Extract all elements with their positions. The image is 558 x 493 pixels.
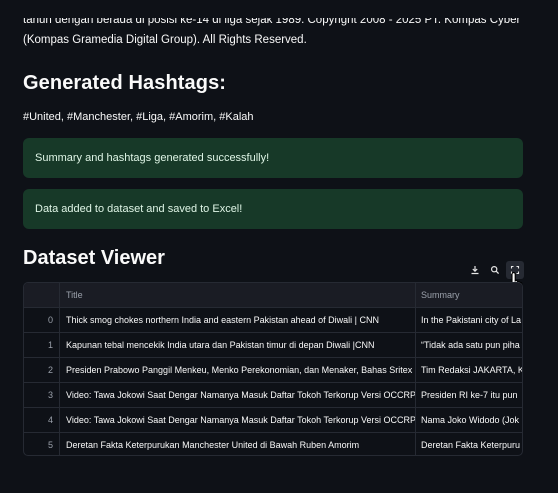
hashtags-heading: Generated Hashtags: — [23, 72, 227, 94]
table-row[interactable]: 3 Video: Tawa Jokowi Saat Dengar Namanya… — [24, 383, 522, 408]
article-text-tail: tahun dengan berada di posisi ke-14 di l… — [23, 18, 543, 50]
title-cell[interactable]: Deretan Fakta Keterpurukan Manchester Un… — [60, 433, 416, 455]
table-row[interactable]: 4 Video: Tawa Jokowi Saat Dengar Namanya… — [24, 408, 522, 433]
row-index: 0 — [24, 308, 60, 332]
title-column-header[interactable]: Title — [60, 283, 416, 307]
table-row[interactable]: 5 Deretan Fakta Keterpurukan Manchester … — [24, 433, 522, 455]
summary-cell[interactable]: In the Pakistani city of La — [416, 308, 522, 332]
article-line-1: tahun dengan berada di posisi ke-14 di l… — [23, 18, 521, 26]
row-index: 5 — [24, 433, 60, 455]
dataset-table[interactable]: Title Summary 0 Thick smog chokes northe… — [23, 282, 523, 456]
summary-cell[interactable]: Presiden RI ke-7 itu pun — [416, 383, 522, 407]
title-cell[interactable]: Kapunan tebal mencekik India utara dan P… — [60, 333, 416, 357]
index-column-header — [24, 283, 60, 307]
article-line-2: (Kompas Gramedia Digital Group). All Rig… — [23, 34, 307, 46]
hashtags-text: #United, #Manchester, #Liga, #Amorim, #K… — [23, 111, 254, 123]
success-alert-summary: Summary and hashtags generated successfu… — [23, 138, 523, 178]
row-index: 2 — [24, 358, 60, 382]
dataset-viewer-heading: Dataset Viewer — [23, 247, 165, 269]
table-row[interactable]: 0 Thick smog chokes northern India and e… — [24, 308, 522, 333]
table-header-row: Title Summary — [24, 283, 522, 308]
summary-cell[interactable]: Nama Joko Widodo (Jok — [416, 408, 522, 432]
download-icon[interactable] — [466, 261, 484, 279]
success-alert-dataset: Data added to dataset and saved to Excel… — [23, 189, 523, 229]
summary-column-header[interactable]: Summary — [416, 283, 522, 307]
title-cell[interactable]: Video: Tawa Jokowi Saat Dengar Namanya M… — [60, 408, 416, 432]
row-index: 4 — [24, 408, 60, 432]
title-cell[interactable]: Thick smog chokes northern India and eas… — [60, 308, 416, 332]
summary-cell[interactable]: “Tidak ada satu pun piha — [416, 333, 522, 357]
summary-cell[interactable]: Tim Redaksi JAKARTA, K — [416, 358, 522, 382]
title-cell[interactable]: Presiden Prabowo Panggil Menkeu, Menko P… — [60, 358, 416, 382]
table-row[interactable]: 1 Kapunan tebal mencekik India utara dan… — [24, 333, 522, 358]
table-row[interactable]: 2 Presiden Prabowo Panggil Menkeu, Menko… — [24, 358, 522, 383]
row-index: 1 — [24, 333, 60, 357]
search-icon[interactable] — [486, 261, 504, 279]
summary-cell[interactable]: Deretan Fakta Keterpuru — [416, 433, 522, 455]
row-index: 3 — [24, 383, 60, 407]
title-cell[interactable]: Video: Tawa Jokowi Saat Dengar Namanya M… — [60, 383, 416, 407]
